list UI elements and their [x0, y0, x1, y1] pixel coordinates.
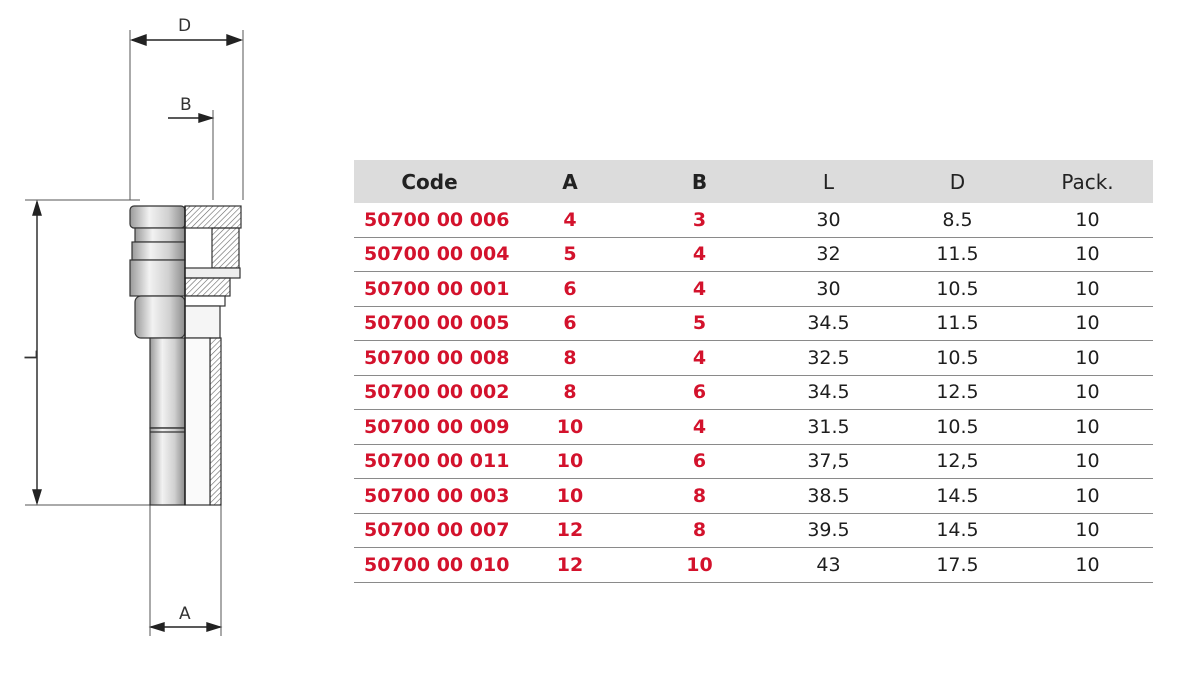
header-a: A	[505, 160, 635, 203]
cell-b: 6	[635, 444, 764, 479]
cell-a: 6	[505, 271, 635, 307]
table-row: 50700 00 007 12 8 39.5 14.5 10	[354, 513, 1153, 548]
table-row: 50700 00 004 5 4 32 11.5 10	[354, 237, 1153, 272]
cell-a: 10	[505, 478, 635, 514]
cell-d: 12,5	[893, 444, 1022, 479]
cell-pack: 10	[1022, 513, 1153, 548]
cell-code: 50700 00 003	[354, 478, 509, 514]
cell-b: 6	[635, 375, 764, 410]
cell-l: 32	[764, 237, 893, 272]
cell-pack: 10	[1022, 271, 1153, 307]
cell-a: 6	[505, 306, 635, 341]
table-row: 50700 00 008 8 4 32.5 10.5 10	[354, 340, 1153, 376]
cell-d: 14.5	[893, 513, 1022, 548]
cell-b: 8	[635, 478, 764, 514]
table-row: 50700 00 001 6 4 30 10.5 10	[354, 271, 1153, 307]
cell-b: 4	[635, 340, 764, 376]
cell-l: 38.5	[764, 478, 893, 514]
table-row: 50700 00 010 12 10 43 17.5 10	[354, 547, 1153, 583]
cell-b: 8	[635, 513, 764, 548]
cell-code: 50700 00 007	[354, 513, 509, 548]
specification-table: Code A B L D Pack. 50700 00 006 4 3 30 8.5 10…	[354, 160, 1153, 583]
cell-pack: 10	[1022, 375, 1153, 410]
cell-b: 3	[635, 203, 764, 238]
cell-code: 50700 00 004	[354, 237, 509, 272]
cell-pack: 10	[1022, 203, 1153, 238]
cell-b: 10	[635, 547, 764, 583]
cell-code: 50700 00 009	[354, 409, 509, 445]
table-body: 50700 00 006 4 3 30 8.5 10 50700 00 004 5 4 32 11.…	[354, 203, 1153, 583]
label-a: A	[179, 604, 191, 624]
fitting-section	[184, 205, 242, 506]
cell-a: 8	[505, 340, 635, 376]
label-l: L	[22, 350, 42, 360]
table-header: Code A B L D Pack.	[354, 160, 1153, 203]
cell-pack: 10	[1022, 237, 1153, 272]
cell-d: 14.5	[893, 478, 1022, 514]
header-pack: Pack.	[1022, 160, 1153, 203]
header-code: Code	[354, 160, 505, 203]
cell-pack: 10	[1022, 478, 1153, 514]
cell-d: 12.5	[893, 375, 1022, 410]
cell-pack: 10	[1022, 340, 1153, 376]
table-row: 50700 00 011 10 6 37,5 12,5 10	[354, 444, 1153, 479]
cell-l: 39.5	[764, 513, 893, 548]
cell-l: 34.5	[764, 306, 893, 341]
cell-l: 31.5	[764, 409, 893, 445]
cell-pack: 10	[1022, 409, 1153, 445]
header-d: D	[893, 160, 1022, 203]
cell-b: 4	[635, 237, 764, 272]
cell-a: 10	[505, 444, 635, 479]
cell-code: 50700 00 010	[354, 547, 509, 583]
table-row: 50700 00 005 6 5 34.5 11.5 10	[354, 306, 1153, 341]
cell-a: 4	[505, 203, 635, 238]
cell-d: 10.5	[893, 340, 1022, 376]
cell-l: 30	[764, 271, 893, 307]
cell-code: 50700 00 006	[354, 203, 509, 238]
cell-code: 50700 00 008	[354, 340, 509, 376]
cell-l: 32.5	[764, 340, 893, 376]
cell-a: 12	[505, 513, 635, 548]
cell-a: 8	[505, 375, 635, 410]
cell-pack: 10	[1022, 306, 1153, 341]
cell-l: 34.5	[764, 375, 893, 410]
cell-b: 4	[635, 409, 764, 445]
cell-d: 11.5	[893, 237, 1022, 272]
cell-d: 10.5	[893, 409, 1022, 445]
cell-a: 12	[505, 547, 635, 583]
cell-code: 50700 00 011	[354, 444, 509, 479]
cell-b: 4	[635, 271, 764, 307]
dimension-a	[148, 622, 223, 632]
cell-l: 30	[764, 203, 893, 238]
cell-a: 10	[505, 409, 635, 445]
dimension-b	[168, 113, 215, 123]
cell-d: 11.5	[893, 306, 1022, 341]
dimension-d	[129, 34, 244, 46]
cell-code: 50700 00 001	[354, 271, 509, 307]
cell-d: 10.5	[893, 271, 1022, 307]
fitting-technical-drawing: D B L A	[22, 16, 244, 636]
header-b: B	[635, 160, 764, 203]
cell-b: 5	[635, 306, 764, 341]
table-row: 50700 00 003 10 8 38.5 14.5 10	[354, 478, 1153, 514]
fitting-outline	[129, 205, 186, 506]
table-row: 50700 00 002 8 6 34.5 12.5 10	[354, 375, 1153, 410]
cell-code: 50700 00 005	[354, 306, 509, 341]
cell-pack: 10	[1022, 547, 1153, 583]
label-d: D	[178, 16, 191, 36]
cell-a: 5	[505, 237, 635, 272]
table-row: 50700 00 006 4 3 30 8.5 10	[354, 203, 1153, 238]
cell-d: 17.5	[893, 547, 1022, 583]
header-l: L	[764, 160, 893, 203]
cell-d: 8.5	[893, 203, 1022, 238]
cell-l: 37,5	[764, 444, 893, 479]
cell-code: 50700 00 002	[354, 375, 509, 410]
cell-l: 43	[764, 547, 893, 583]
label-b: B	[180, 95, 192, 115]
table-row: 50700 00 009 10 4 31.5 10.5 10	[354, 409, 1153, 445]
cell-pack: 10	[1022, 444, 1153, 479]
